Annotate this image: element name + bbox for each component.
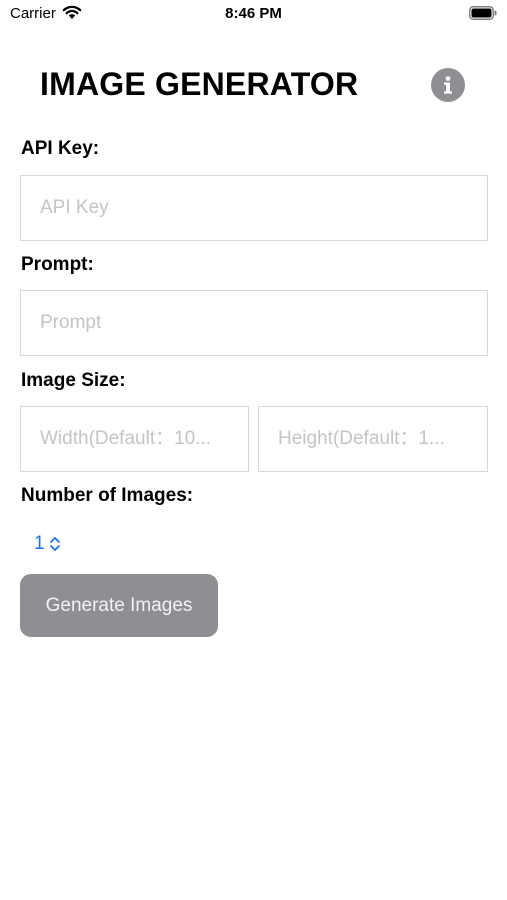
number-of-images-value: 1 [34,533,45,554]
api-key-input[interactable] [20,175,488,241]
width-input[interactable] [20,406,249,472]
status-time: 8:46 PM [225,5,282,22]
status-bar: Carrier 8:46 PM [0,0,507,28]
number-of-images-picker[interactable]: 1 [34,532,61,556]
image-size-label: Image Size: [21,370,126,391]
chevron-up-down-icon [49,537,60,551]
api-key-label: API Key: [21,138,100,159]
app-screen: Carrier 8:46 PM IMAGE GENERATOR API Key:… [0,0,507,900]
number-of-images-label: Number of Images: [21,485,194,506]
page-title: IMAGE GENERATOR [40,66,359,102]
prompt-label: Prompt: [21,254,94,275]
height-input[interactable] [258,406,488,472]
info-circle-icon [444,76,452,94]
info-button[interactable] [431,68,465,102]
battery-icon [469,6,497,20]
generate-images-button[interactable]: Generate Images [20,574,218,637]
prompt-input[interactable] [20,290,488,356]
